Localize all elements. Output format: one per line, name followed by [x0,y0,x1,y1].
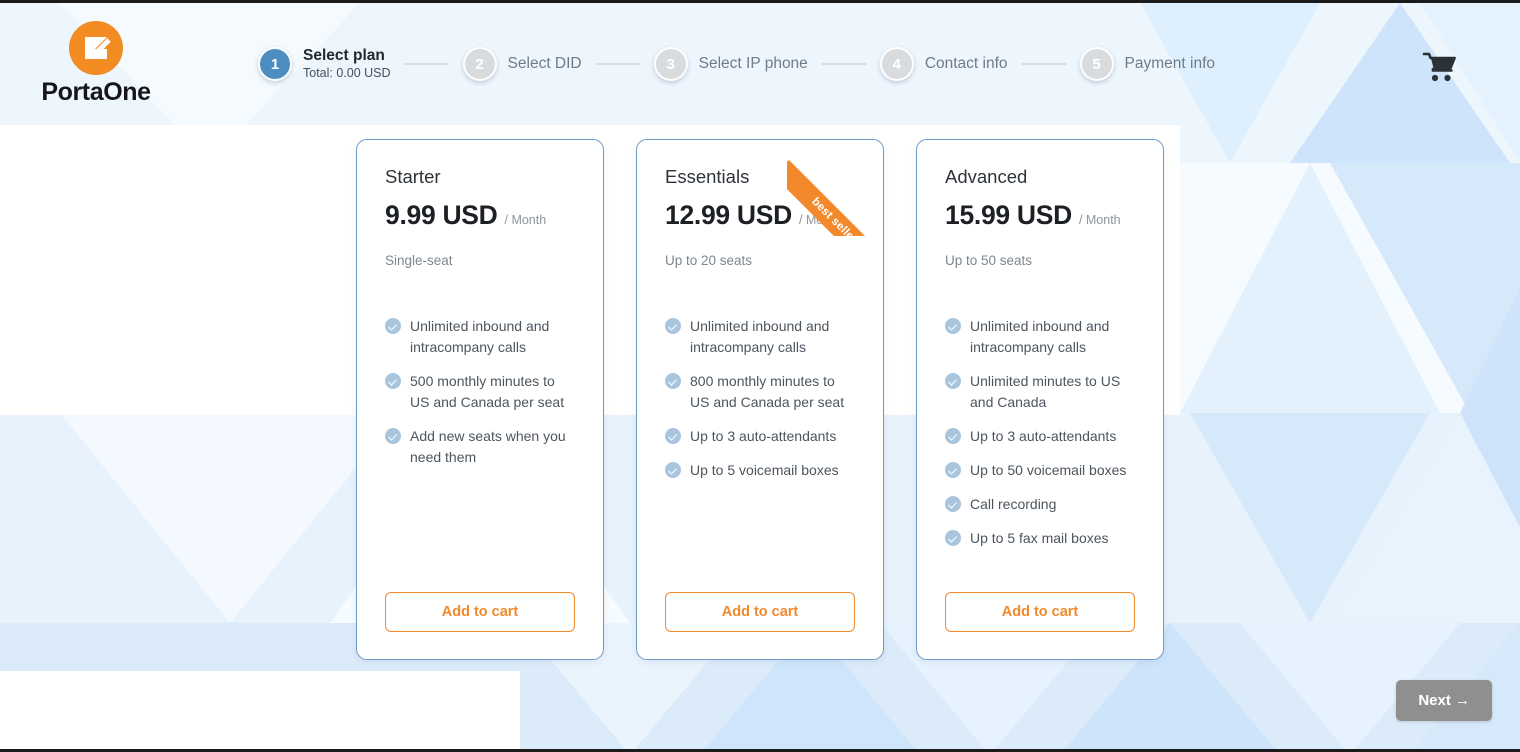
shopping-cart-icon[interactable] [1422,51,1458,85]
check-circle-icon [665,428,681,444]
plan-price-row-starter: 9.99 USD / Month [385,200,575,231]
feature-item: Unlimited inbound and intracompany calls [945,316,1135,358]
step-1-total: Total: 0.00 USD [303,66,391,81]
plan-name-essentials: Essentials [665,166,750,187]
feature-text: Add new seats when you need them [410,428,566,465]
feature-item: 500 monthly minutes to US and Canada per… [385,371,575,413]
feature-text: Up to 50 voicemail boxes [970,462,1127,478]
step-3-label: Select IP phone [698,55,808,73]
plan-seats-essentials: Up to 20 seats [665,253,753,268]
plan-price-essentials: 12.99 USD [665,200,792,230]
next-button[interactable]: Next → [1396,680,1492,721]
feature-text: Up to 3 auto-attendants [690,428,837,444]
checkout-page: PortaOne 1 Select plan Total: 0.00 USD 2… [0,0,1520,752]
step-3-number: 3 [653,47,688,81]
plan-card-advanced[interactable]: Advanced 15.99 USD / Month Up to 50 seat… [916,139,1164,660]
check-circle-icon [665,462,681,478]
brand-logo-text: PortaOne [41,78,151,106]
feature-text: Unlimited minutes to US and Canada [970,373,1121,410]
feature-item: Up to 3 auto-attendants [665,426,855,447]
plan-period-advanced: / Month [1078,213,1121,227]
feature-text: Unlimited inbound and intracompany calls [690,318,830,355]
step-1-label: Select plan [303,47,385,65]
check-circle-icon [945,462,961,478]
feature-text: Call recording [970,496,1057,512]
feature-item: 800 monthly minutes to US and Canada per… [665,371,855,413]
check-circle-icon [665,318,681,334]
feature-item: Up to 5 voicemail boxes [665,460,855,481]
feature-item: Unlimited inbound and intracompany calls [385,316,575,358]
plan-seats-advanced: Up to 50 seats [945,253,1033,268]
check-circle-icon [945,318,961,334]
check-circle-icon [945,373,961,389]
feature-text: Up to 3 auto-attendants [970,428,1117,444]
plan-price-row-advanced: 15.99 USD / Month [945,200,1135,231]
plan-price-row-essentials: 12.99 USD / Month [665,200,855,231]
step-5-number: 5 [1079,47,1114,81]
plan-card-starter[interactable]: Starter 9.99 USD / Month Single-seat Unl… [356,139,604,660]
plan-features-advanced: Unlimited inbound and intracompany calls… [945,316,1135,592]
feature-text: Unlimited inbound and intracompany calls [410,318,550,355]
step-2-number: 2 [462,47,497,81]
check-circle-icon [385,428,401,444]
feature-text: 500 monthly minutes to US and Canada per… [410,373,565,410]
step-2-select-did[interactable]: 2 Select DID [462,47,582,81]
plan-period-essentials: / Month [798,213,841,227]
plan-name-advanced: Advanced [945,166,1028,187]
step-connector-3-4 [821,63,866,65]
add-to-cart-button-essentials[interactable]: Add to cart [665,592,855,632]
step-1-select-plan[interactable]: 1 Select plan Total: 0.00 USD [258,47,391,81]
step-3-select-ip-phone[interactable]: 3 Select IP phone [653,47,808,81]
plan-seats-starter: Single-seat [385,253,453,268]
step-4-number: 4 [879,47,914,81]
step-5-label: Payment info [1124,55,1215,73]
plan-name-starter: Starter [385,166,441,187]
feature-text: Up to 5 voicemail boxes [690,462,839,478]
check-circle-icon [945,530,961,546]
feature-item: Call recording [945,494,1135,515]
check-circle-icon [385,373,401,389]
step-connector-4-5 [1021,63,1066,65]
plan-period-starter: / Month [504,213,547,227]
checkout-stepper: 1 Select plan Total: 0.00 USD 2 Select D… [258,47,1215,81]
step-1-number: 1 [258,47,292,81]
add-to-cart-button-starter[interactable]: Add to cart [385,592,575,632]
feature-item: Add new seats when you need them [385,426,575,468]
plan-features-starter: Unlimited inbound and intracompany calls… [385,316,575,592]
check-circle-icon [945,496,961,512]
plan-card-essentials[interactable]: best seller Essentials 12.99 USD / Month… [636,139,884,660]
step-5-payment-info[interactable]: 5 Payment info [1079,47,1215,81]
feature-item: Up to 50 voicemail boxes [945,460,1135,481]
step-4-contact-info[interactable]: 4 Contact info [879,47,1008,81]
step-4-label: Contact info [924,55,1008,73]
check-circle-icon [385,318,401,334]
feature-text: Unlimited inbound and intracompany calls [970,318,1110,355]
add-to-cart-button-advanced[interactable]: Add to cart [945,592,1135,632]
plan-price-starter: 9.99 USD [385,200,498,230]
check-circle-icon [945,428,961,444]
plan-price-advanced: 15.99 USD [945,200,1072,230]
feature-item: Up to 5 fax mail boxes [945,528,1135,549]
portaone-logo-icon [69,21,123,75]
brand-logo[interactable]: PortaOne [32,21,160,107]
step-connector-2-3 [595,63,640,65]
feature-item: Unlimited inbound and intracompany calls [665,316,855,358]
plan-card-list: Starter 9.99 USD / Month Single-seat Unl… [0,139,1520,660]
step-2-label: Select DID [507,55,582,73]
check-circle-icon [665,373,681,389]
feature-text: Up to 5 fax mail boxes [970,530,1109,546]
feature-text: 800 monthly minutes to US and Canada per… [690,373,845,410]
page-header: PortaOne 1 Select plan Total: 0.00 USD 2… [0,3,1520,125]
feature-item: Unlimited minutes to US and Canada [945,371,1135,413]
feature-item: Up to 3 auto-attendants [945,426,1135,447]
step-connector-1-2 [404,63,449,65]
plan-features-essentials: Unlimited inbound and intracompany calls… [665,316,855,592]
